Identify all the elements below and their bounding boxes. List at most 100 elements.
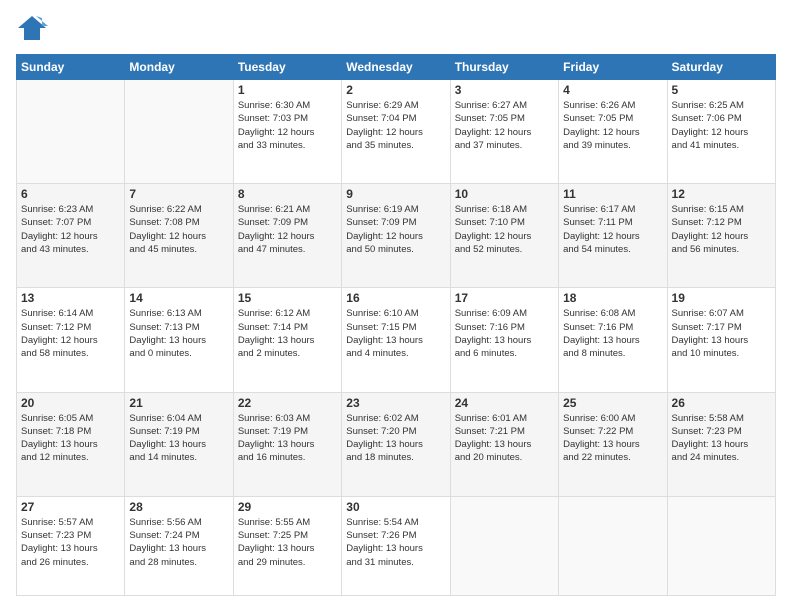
day-number: 13 xyxy=(21,291,120,305)
calendar-cell: 22Sunrise: 6:03 AM Sunset: 7:19 PM Dayli… xyxy=(233,392,341,496)
day-info: Sunrise: 6:23 AM Sunset: 7:07 PM Dayligh… xyxy=(21,203,120,256)
day-number: 9 xyxy=(346,187,445,201)
day-number: 5 xyxy=(672,83,771,97)
day-number: 15 xyxy=(238,291,337,305)
weekday-header-monday: Monday xyxy=(125,55,233,80)
day-number: 12 xyxy=(672,187,771,201)
weekday-header-friday: Friday xyxy=(559,55,667,80)
calendar-cell: 24 Sunrise: 6:01 AM Sunset: 7:21 PM Dayli… xyxy=(450,392,558,496)
day-info: Sunrise: 6:05 AM Sunset: 7:18 PM Dayligh… xyxy=(21,412,120,465)
calendar-cell: 25 Sunrise: 6:00 AM Sunset: 7:22 PM Dayli… xyxy=(559,392,667,496)
day-number: 10 xyxy=(455,187,554,201)
calendar-cell: 9 Sunrise: 6:19 AM Sunset: 7:09 PM Daylig… xyxy=(342,184,450,288)
day-info: Sunrise: 5:57 AM Sunset: 7:23 PM Dayligh… xyxy=(21,516,120,569)
day-info: Sunrise: 6:26 AM Sunset: 7:05 PM Dayligh… xyxy=(563,99,662,152)
calendar-cell xyxy=(559,496,667,595)
day-number: 20 xyxy=(21,396,120,410)
week-row-3: 13 Sunrise: 6:14 AM Sunset: 7:12 PM Dayli… xyxy=(17,288,776,392)
day-info: Sunrise: 6:08 AM Sunset: 7:16 PM Dayligh… xyxy=(563,307,662,360)
logo xyxy=(16,16,50,44)
day-number: 14 xyxy=(129,291,228,305)
day-info: Sunrise: 6:18 AM Sunset: 7:10 PM Dayligh… xyxy=(455,203,554,256)
day-number: 29 xyxy=(238,500,337,514)
day-info: Sunrise: 6:25 AM Sunset: 7:06 PM Dayligh… xyxy=(672,99,771,152)
day-number: 8 xyxy=(238,187,337,201)
day-number: 4 xyxy=(563,83,662,97)
weekday-header-tuesday: Tuesday xyxy=(233,55,341,80)
day-info: Sunrise: 6:19 AM Sunset: 7:09 PM Dayligh… xyxy=(346,203,445,256)
calendar-cell: 8 Sunrise: 6:21 AM Sunset: 7:09 PM Daylig… xyxy=(233,184,341,288)
calendar-cell: 27Sunrise: 5:57 AM Sunset: 7:23 PM Dayli… xyxy=(17,496,125,595)
day-info: Sunrise: 6:04 AM Sunset: 7:19 PM Dayligh… xyxy=(129,412,228,465)
calendar-cell: 11 Sunrise: 6:17 AM Sunset: 7:11 PM Dayli… xyxy=(559,184,667,288)
week-row-5: 27Sunrise: 5:57 AM Sunset: 7:23 PM Dayli… xyxy=(17,496,776,595)
calendar-cell: 6Sunrise: 6:23 AM Sunset: 7:07 PM Daylig… xyxy=(17,184,125,288)
day-number: 24 xyxy=(455,396,554,410)
day-info: Sunrise: 6:09 AM Sunset: 7:16 PM Dayligh… xyxy=(455,307,554,360)
calendar-cell xyxy=(667,496,775,595)
calendar-cell: 13 Sunrise: 6:14 AM Sunset: 7:12 PM Dayli… xyxy=(17,288,125,392)
day-info: Sunrise: 6:30 AM Sunset: 7:03 PM Dayligh… xyxy=(238,99,337,152)
day-number: 19 xyxy=(672,291,771,305)
day-info: Sunrise: 5:58 AM Sunset: 7:23 PM Dayligh… xyxy=(672,412,771,465)
calendar-cell: 23Sunrise: 6:02 AM Sunset: 7:20 PM Dayli… xyxy=(342,392,450,496)
day-number: 18 xyxy=(563,291,662,305)
calendar-cell: 26 Sunrise: 5:58 AM Sunset: 7:23 PM Dayli… xyxy=(667,392,775,496)
page: SundayMondayTuesdayWednesdayThursdayFrid… xyxy=(0,0,792,612)
day-number: 30 xyxy=(346,500,445,514)
calendar-cell: 18 Sunrise: 6:08 AM Sunset: 7:16 PM Dayli… xyxy=(559,288,667,392)
calendar-cell xyxy=(17,80,125,184)
calendar-cell: 20 Sunrise: 6:05 AM Sunset: 7:18 PM Dayli… xyxy=(17,392,125,496)
day-info: Sunrise: 6:07 AM Sunset: 7:17 PM Dayligh… xyxy=(672,307,771,360)
calendar-cell: 12 Sunrise: 6:15 AM Sunset: 7:12 PM Dayli… xyxy=(667,184,775,288)
calendar-cell: 10 Sunrise: 6:18 AM Sunset: 7:10 PM Dayli… xyxy=(450,184,558,288)
calendar-cell: 29 Sunrise: 5:55 AM Sunset: 7:25 PM Dayli… xyxy=(233,496,341,595)
logo-icon xyxy=(16,14,48,42)
calendar-cell: 16 Sunrise: 6:10 AM Sunset: 7:15 PM Dayli… xyxy=(342,288,450,392)
calendar-table: SundayMondayTuesdayWednesdayThursdayFrid… xyxy=(16,54,776,596)
week-row-2: 6Sunrise: 6:23 AM Sunset: 7:07 PM Daylig… xyxy=(17,184,776,288)
day-number: 17 xyxy=(455,291,554,305)
day-number: 2 xyxy=(346,83,445,97)
calendar-cell: 3 Sunrise: 6:27 AM Sunset: 7:05 PM Daylig… xyxy=(450,80,558,184)
day-info: Sunrise: 6:29 AM Sunset: 7:04 PM Dayligh… xyxy=(346,99,445,152)
weekday-header-row: SundayMondayTuesdayWednesdayThursdayFrid… xyxy=(17,55,776,80)
day-number: 23 xyxy=(346,396,445,410)
weekday-header-sunday: Sunday xyxy=(17,55,125,80)
calendar-cell: 28Sunrise: 5:56 AM Sunset: 7:24 PM Dayli… xyxy=(125,496,233,595)
weekday-header-saturday: Saturday xyxy=(667,55,775,80)
day-info: Sunrise: 5:55 AM Sunset: 7:25 PM Dayligh… xyxy=(238,516,337,569)
week-row-1: 1 Sunrise: 6:30 AM Sunset: 7:03 PM Daylig… xyxy=(17,80,776,184)
day-number: 26 xyxy=(672,396,771,410)
day-number: 3 xyxy=(455,83,554,97)
calendar-cell: 19 Sunrise: 6:07 AM Sunset: 7:17 PM Dayli… xyxy=(667,288,775,392)
day-info: Sunrise: 6:03 AM Sunset: 7:19 PM Dayligh… xyxy=(238,412,337,465)
calendar-cell xyxy=(125,80,233,184)
day-info: Sunrise: 6:15 AM Sunset: 7:12 PM Dayligh… xyxy=(672,203,771,256)
day-info: Sunrise: 6:13 AM Sunset: 7:13 PM Dayligh… xyxy=(129,307,228,360)
day-info: Sunrise: 6:27 AM Sunset: 7:05 PM Dayligh… xyxy=(455,99,554,152)
day-info: Sunrise: 6:01 AM Sunset: 7:21 PM Dayligh… xyxy=(455,412,554,465)
calendar-cell: 7Sunrise: 6:22 AM Sunset: 7:08 PM Daylig… xyxy=(125,184,233,288)
day-number: 16 xyxy=(346,291,445,305)
day-number: 7 xyxy=(129,187,228,201)
calendar-cell: 14 Sunrise: 6:13 AM Sunset: 7:13 PM Dayli… xyxy=(125,288,233,392)
calendar-cell xyxy=(450,496,558,595)
calendar-cell: 1 Sunrise: 6:30 AM Sunset: 7:03 PM Daylig… xyxy=(233,80,341,184)
calendar-cell: 30 Sunrise: 5:54 AM Sunset: 7:26 PM Dayli… xyxy=(342,496,450,595)
day-info: Sunrise: 6:17 AM Sunset: 7:11 PM Dayligh… xyxy=(563,203,662,256)
weekday-header-wednesday: Wednesday xyxy=(342,55,450,80)
calendar-cell: 15Sunrise: 6:12 AM Sunset: 7:14 PM Dayli… xyxy=(233,288,341,392)
day-number: 25 xyxy=(563,396,662,410)
calendar-cell: 21 Sunrise: 6:04 AM Sunset: 7:19 PM Dayli… xyxy=(125,392,233,496)
day-info: Sunrise: 5:54 AM Sunset: 7:26 PM Dayligh… xyxy=(346,516,445,569)
day-info: Sunrise: 6:14 AM Sunset: 7:12 PM Dayligh… xyxy=(21,307,120,360)
day-info: Sunrise: 6:21 AM Sunset: 7:09 PM Dayligh… xyxy=(238,203,337,256)
day-info: Sunrise: 6:00 AM Sunset: 7:22 PM Dayligh… xyxy=(563,412,662,465)
calendar-cell: 17 Sunrise: 6:09 AM Sunset: 7:16 PM Dayli… xyxy=(450,288,558,392)
day-number: 1 xyxy=(238,83,337,97)
calendar-cell: 2 Sunrise: 6:29 AM Sunset: 7:04 PM Daylig… xyxy=(342,80,450,184)
day-number: 11 xyxy=(563,187,662,201)
day-number: 21 xyxy=(129,396,228,410)
day-info: Sunrise: 6:10 AM Sunset: 7:15 PM Dayligh… xyxy=(346,307,445,360)
